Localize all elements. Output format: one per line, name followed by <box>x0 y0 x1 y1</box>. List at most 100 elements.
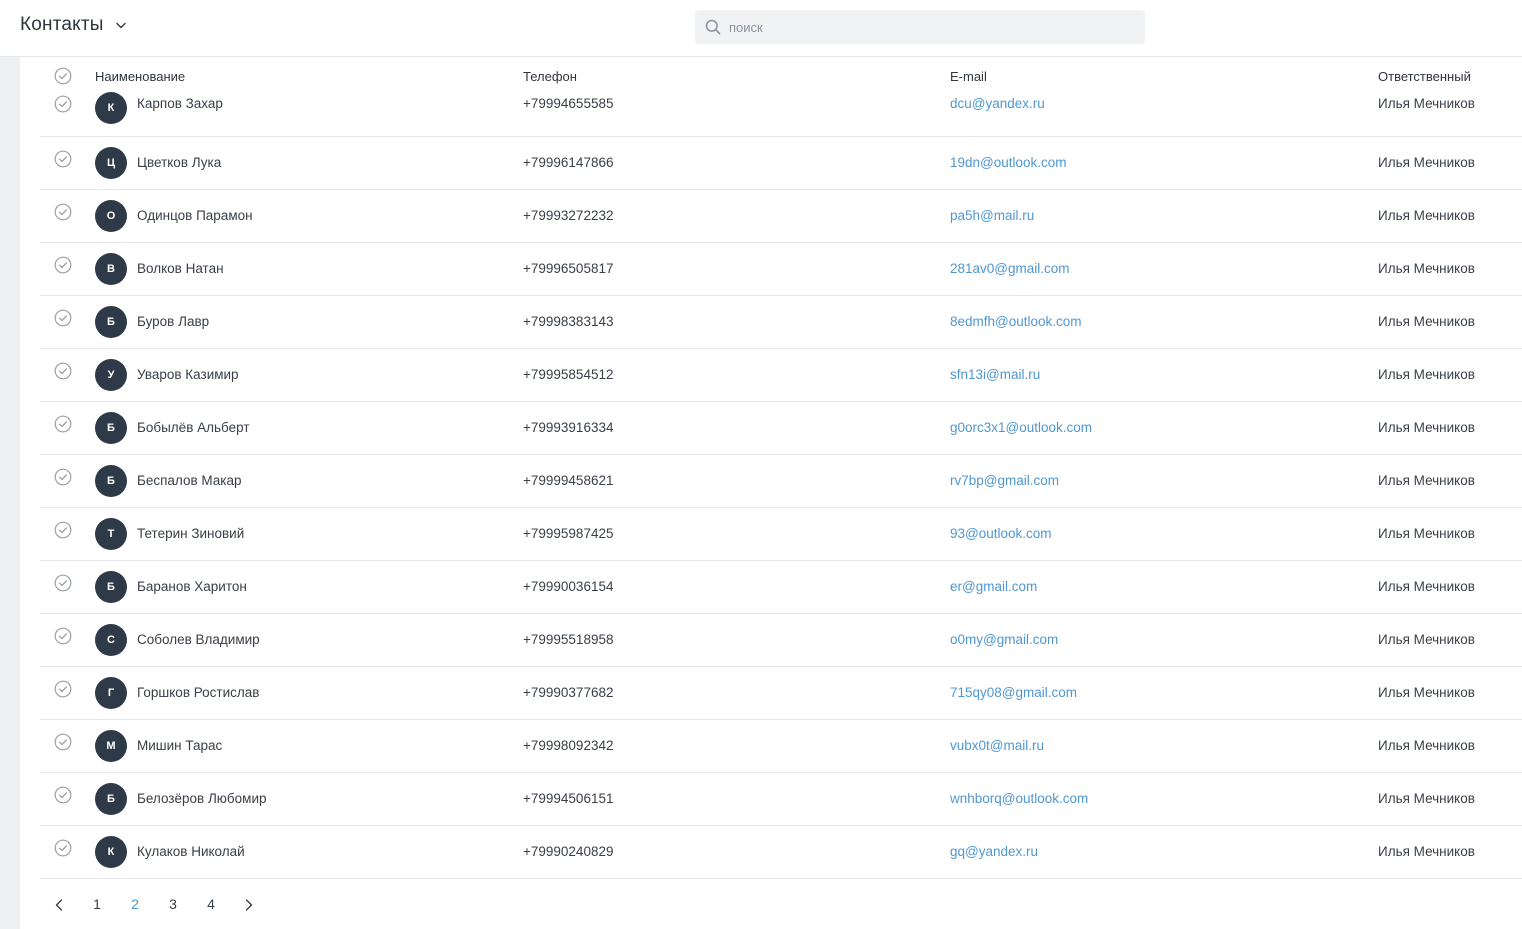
row-checkbox[interactable] <box>54 468 72 486</box>
contact-owner: Илья Мечников <box>1378 526 1475 541</box>
row-checkbox[interactable] <box>54 786 72 804</box>
chevron-left-icon[interactable] <box>52 898 66 912</box>
row-checkbox[interactable] <box>54 256 72 274</box>
table-row[interactable]: С Соболев Владимир +79995518958 o0my@gmail.… <box>40 614 1522 667</box>
contact-email-link[interactable]: 715qy08@gmail.com <box>950 685 1077 700</box>
row-checkbox[interactable] <box>54 415 72 433</box>
contact-owner: Илья Мечников <box>1378 155 1475 170</box>
contact-name[interactable]: Кулаков Николай <box>137 844 245 859</box>
page-2[interactable]: 2 <box>127 896 143 912</box>
table-row[interactable]: Б Беспалов Макар +79999458621 rv7bp@gmail.c… <box>40 455 1522 508</box>
contact-phone: +79995854512 <box>523 367 614 382</box>
page-4[interactable]: 4 <box>203 896 219 912</box>
contact-name[interactable]: Уваров Казимир <box>137 367 239 382</box>
column-header-email[interactable]: E-mail <box>950 69 987 84</box>
contact-email-link[interactable]: 281av0@gmail.com <box>950 261 1070 276</box>
contact-email-link[interactable]: 8edmfh@outlook.com <box>950 314 1082 329</box>
table-row[interactable]: Т Тетерин Зиновий +79995987425 93@outlook.c… <box>40 508 1522 561</box>
contact-email-link[interactable]: pa5h@mail.ru <box>950 208 1034 223</box>
search-icon <box>704 18 722 36</box>
contact-email-link[interactable]: sfn13i@mail.ru <box>950 367 1040 382</box>
row-checkbox[interactable] <box>54 839 72 857</box>
avatar: Б <box>95 571 127 603</box>
contact-owner: Илья Мечников <box>1378 791 1475 806</box>
row-checkbox[interactable] <box>54 95 72 113</box>
contact-email-link[interactable]: vubx0t@mail.ru <box>950 738 1044 753</box>
contact-name[interactable]: Мишин Тарас <box>137 738 222 753</box>
contact-name[interactable]: Беспалов Макар <box>137 473 242 488</box>
column-header-phone[interactable]: Телефон <box>523 69 577 84</box>
contact-name[interactable]: Буров Лавр <box>137 314 209 329</box>
row-checkbox[interactable] <box>54 680 72 698</box>
table-row[interactable]: Г Горшков Ростислав +79990377682 715qy08@gm… <box>40 667 1522 720</box>
table-row[interactable]: Б Буров Лавр +79998383143 8edmfh@outlook.co… <box>40 296 1522 349</box>
contact-email-link[interactable]: 93@outlook.com <box>950 526 1052 541</box>
column-header-name[interactable]: Наименование <box>95 69 185 84</box>
contact-email-link[interactable]: dcu@yandex.ru <box>950 96 1045 111</box>
table-row[interactable]: Ц Цветков Лука +79996147866 19dn@outlook.co… <box>40 137 1522 190</box>
contact-phone: +79994506151 <box>523 791 614 806</box>
row-checkbox[interactable] <box>54 362 72 380</box>
contact-phone: +79996505817 <box>523 261 614 276</box>
contact-phone: +79999458621 <box>523 473 614 488</box>
contact-name[interactable]: Цветков Лука <box>137 155 221 170</box>
contact-name[interactable]: Соболев Владимир <box>137 632 260 647</box>
section-switcher[interactable]: Контакты <box>20 14 127 36</box>
table-row[interactable]: О Одинцов Парамон +79993272232 pa5h@mail.ru… <box>40 190 1522 243</box>
contact-phone: +79993916334 <box>523 420 614 435</box>
page-3[interactable]: 3 <box>165 896 181 912</box>
contact-email-link[interactable]: wnhborq@outlook.com <box>950 791 1088 806</box>
contacts-table: Наименование Телефон E-mail Ответственны… <box>40 57 1522 879</box>
table-row[interactable]: У Уваров Казимир +79995854512 sfn13i@mail.r… <box>40 349 1522 402</box>
page-1[interactable]: 1 <box>89 896 105 912</box>
column-header-owner[interactable]: Ответственный <box>1378 69 1471 84</box>
table-row[interactable]: Б Бобылёв Альберт +79993916334 g0orc3x1@out… <box>40 402 1522 455</box>
contact-owner: Илья Мечников <box>1378 738 1475 753</box>
select-all-checkbox[interactable] <box>54 67 72 85</box>
contact-name[interactable]: Бобылёв Альберт <box>137 420 250 435</box>
contact-owner: Илья Мечников <box>1378 685 1475 700</box>
row-checkbox[interactable] <box>54 733 72 751</box>
page-title: Контакты <box>20 14 104 35</box>
row-checkbox[interactable] <box>54 309 72 327</box>
avatar: Б <box>95 412 127 444</box>
avatar: Б <box>95 306 127 338</box>
row-checkbox[interactable] <box>54 574 72 592</box>
search-input[interactable] <box>729 19 1129 35</box>
contact-name[interactable]: Баранов Харитон <box>137 579 247 594</box>
contact-email-link[interactable]: rv7bp@gmail.com <box>950 473 1059 488</box>
table-row[interactable]: Б Белозёров Любомир +79994506151 wnhborq@ou… <box>40 773 1522 826</box>
contact-name[interactable]: Белозёров Любомир <box>137 791 267 806</box>
contact-name[interactable]: Одинцов Парамон <box>137 208 253 223</box>
contact-owner: Илья Мечников <box>1378 261 1475 276</box>
avatar: К <box>95 836 127 868</box>
contact-phone: +79990240829 <box>523 844 614 859</box>
contact-email-link[interactable]: o0my@gmail.com <box>950 632 1058 647</box>
table-header: Наименование Телефон E-mail Ответственны… <box>40 57 1522 94</box>
contact-owner: Илья Мечников <box>1378 473 1475 488</box>
contact-name[interactable]: Карпов Захар <box>137 96 223 111</box>
contact-email-link[interactable]: er@gmail.com <box>950 579 1037 594</box>
table-row[interactable]: К Карпов Захар +79994655585 dcu@yandex.ru Ил… <box>40 92 1522 137</box>
row-checkbox[interactable] <box>54 521 72 539</box>
table-row[interactable]: В Волков Натан +79996505817 281av0@gmail.co… <box>40 243 1522 296</box>
avatar: С <box>95 624 127 656</box>
table-row[interactable]: М Мишин Тарас +79998092342 vubx0t@mail.ru Ил… <box>40 720 1522 773</box>
contact-email-link[interactable]: 19dn@outlook.com <box>950 155 1067 170</box>
row-checkbox[interactable] <box>54 627 72 645</box>
row-checkbox[interactable] <box>54 150 72 168</box>
contact-phone: +79995987425 <box>523 526 614 541</box>
chevron-right-icon[interactable] <box>242 898 256 912</box>
contact-name[interactable]: Тетерин Зиновий <box>137 526 244 541</box>
contact-email-link[interactable]: g0orc3x1@outlook.com <box>950 420 1092 435</box>
table-row[interactable]: Б Баранов Харитон +79990036154 er@gmail.com… <box>40 561 1522 614</box>
contact-owner: Илья Мечников <box>1378 96 1475 111</box>
contact-name[interactable]: Горшков Ростислав <box>137 685 259 700</box>
row-checkbox[interactable] <box>54 203 72 221</box>
avatar: Б <box>95 465 127 497</box>
top-bar: Контакты <box>0 0 1522 57</box>
table-row[interactable]: К Кулаков Николай +79990240829 gq@yandex.ru… <box>40 826 1522 879</box>
contact-phone: +79998092342 <box>523 738 614 753</box>
contact-email-link[interactable]: gq@yandex.ru <box>950 844 1038 859</box>
contact-name[interactable]: Волков Натан <box>137 261 224 276</box>
